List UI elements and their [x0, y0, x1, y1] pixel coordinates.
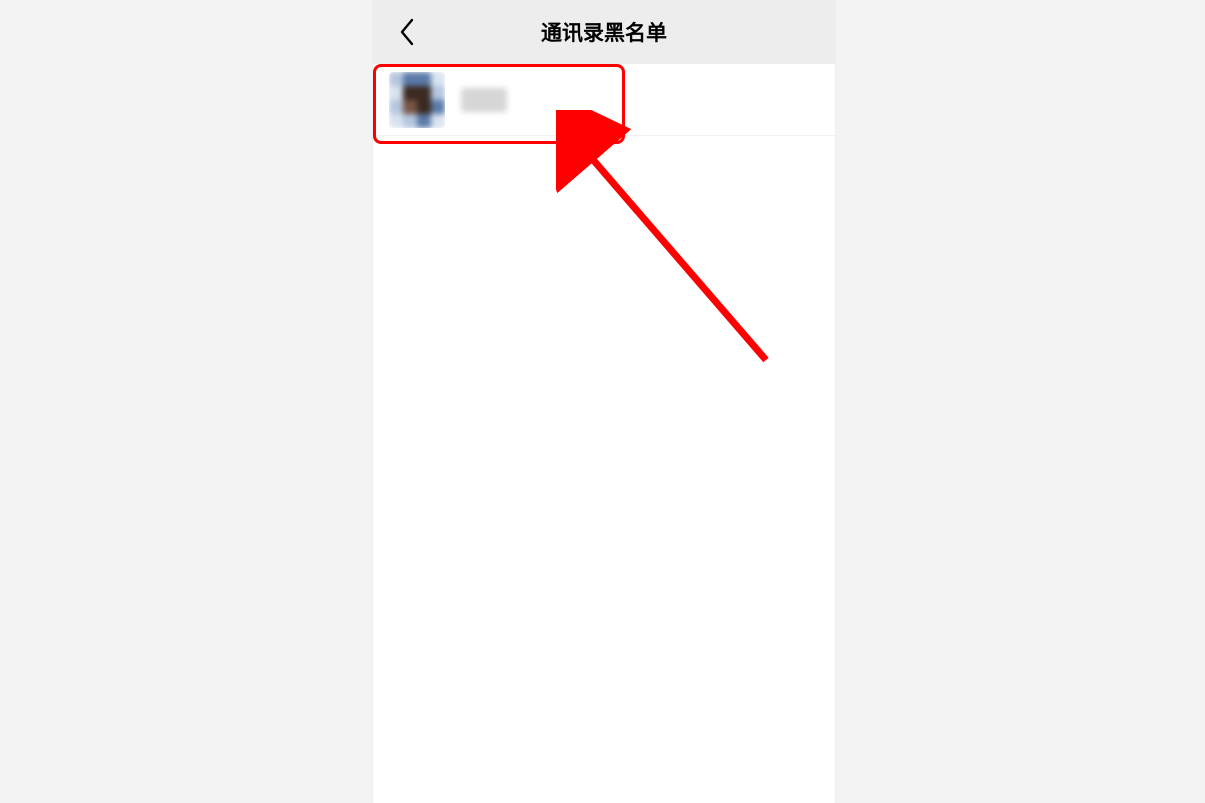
header-bar: 通讯录黑名单 — [373, 0, 835, 64]
back-button[interactable] — [383, 0, 431, 64]
contact-name — [461, 88, 507, 112]
page-title: 通讯录黑名单 — [373, 17, 835, 47]
chevron-left-icon — [398, 17, 416, 47]
avatar — [389, 72, 445, 128]
blacklist — [373, 64, 835, 136]
phone-screen: 通讯录黑名单 — [373, 0, 835, 803]
contact-row[interactable] — [373, 64, 835, 136]
